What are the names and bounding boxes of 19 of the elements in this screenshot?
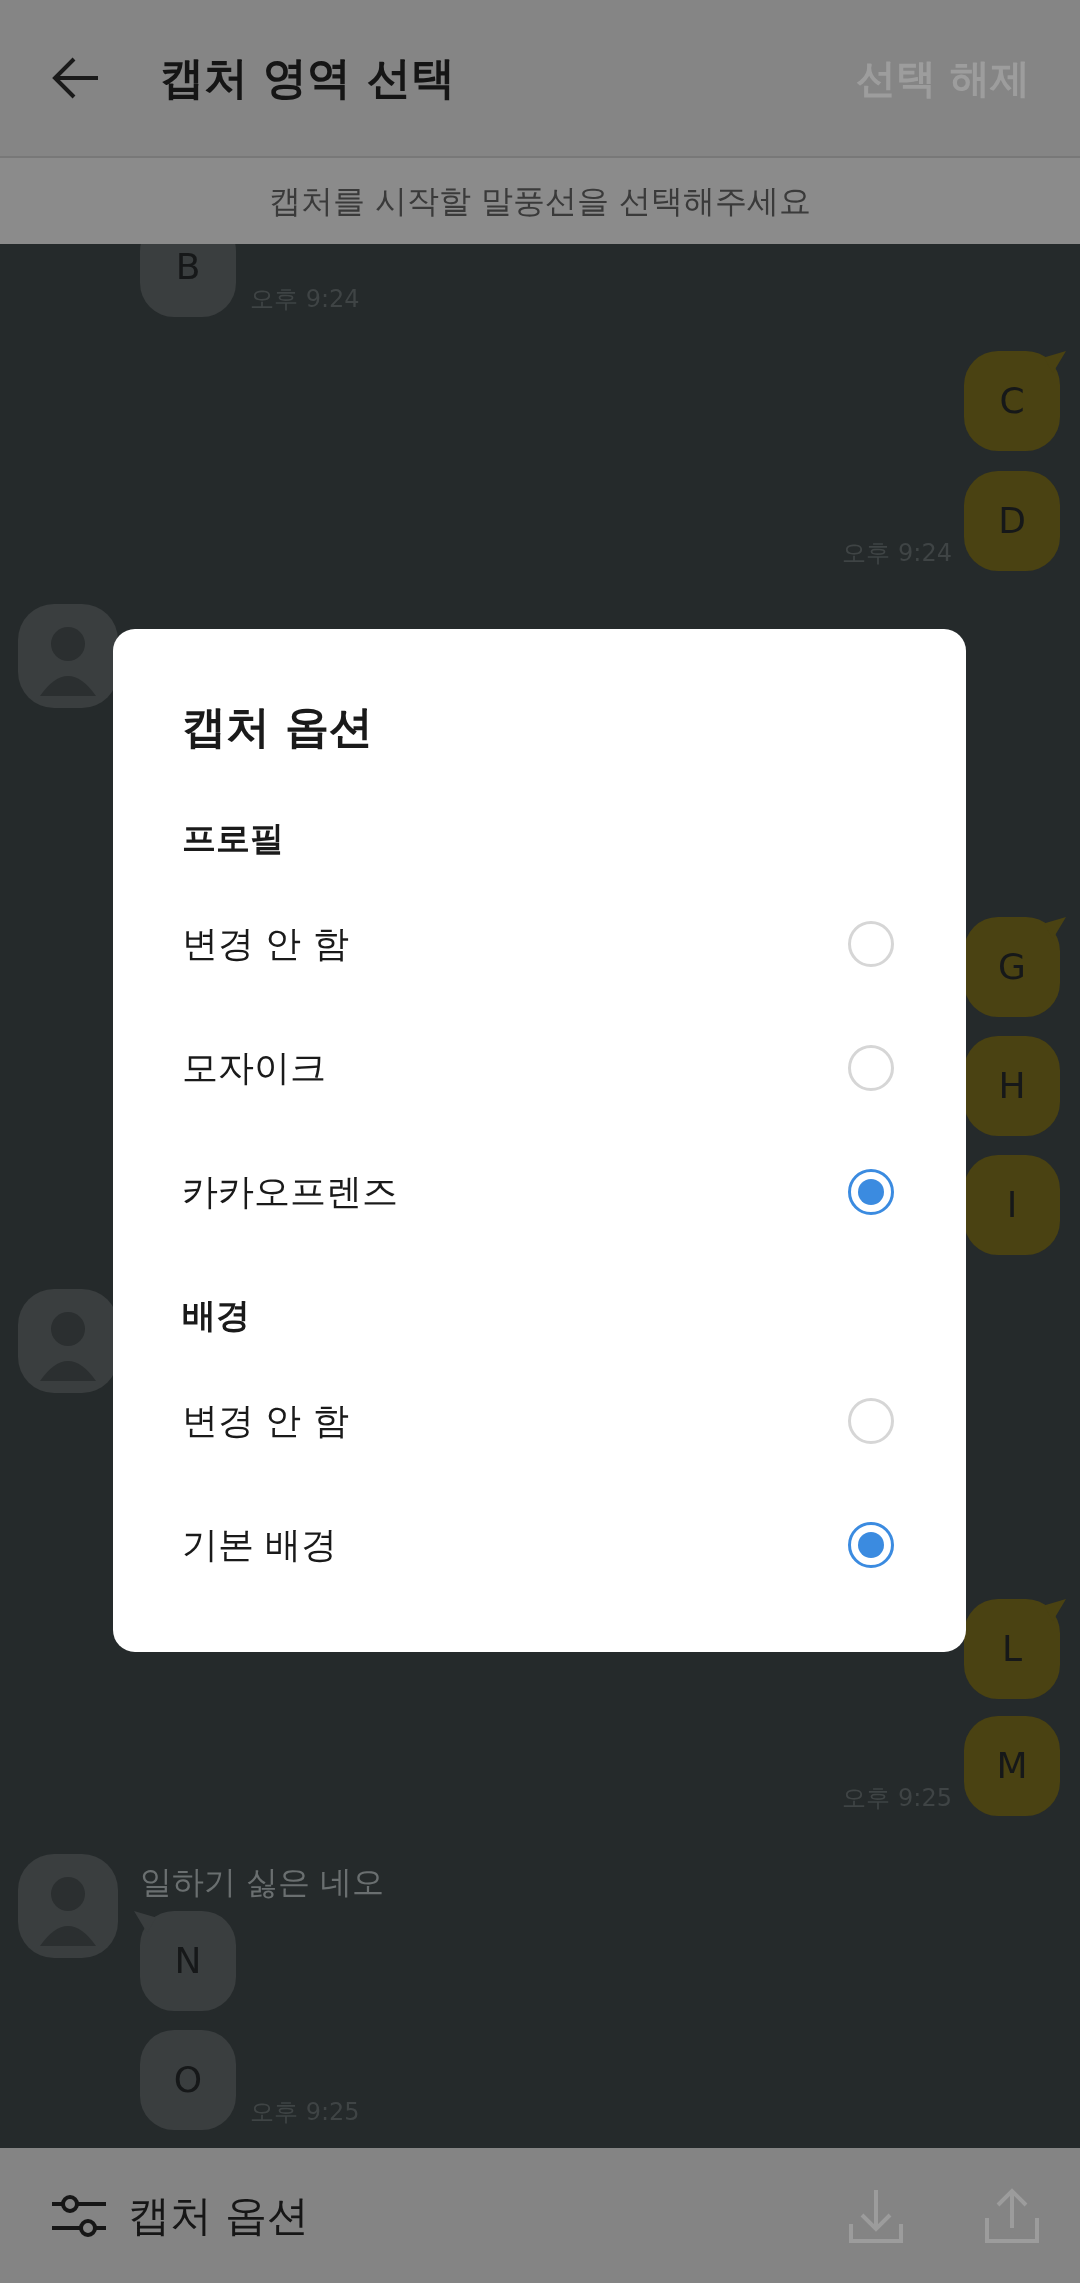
hint-text: 캡처를 시작할 말풍선을 선택해주세요 xyxy=(268,181,812,222)
sliders-icon xyxy=(50,2193,106,2238)
avatar-icon xyxy=(18,604,118,708)
option-row[interactable]: 카카오프렌즈 xyxy=(182,1130,894,1254)
sender-name: 일하기 싫은 네오 xyxy=(140,1862,385,1903)
dialog-title: 캡처 옵션 xyxy=(182,700,375,754)
screen-title: 캡처 영역 선택 xyxy=(160,51,455,105)
option-row[interactable]: 변경 안 함 xyxy=(182,882,894,1006)
download-icon[interactable] xyxy=(848,2187,904,2244)
share-icon[interactable] xyxy=(984,2187,1040,2244)
section-heading: 프로필 xyxy=(182,817,285,860)
option-row[interactable]: 변경 안 함 xyxy=(182,1359,894,1483)
option-row[interactable]: 모자이크 xyxy=(182,1006,894,1130)
radio-button[interactable] xyxy=(848,1522,894,1568)
radio-button[interactable] xyxy=(848,1169,894,1215)
capture-options-button[interactable]: 캡처 옵션 xyxy=(50,2184,310,2247)
section-heading: 배경 xyxy=(182,1294,251,1337)
option-row[interactable]: 기본 배경 xyxy=(182,1483,894,1607)
back-arrow-icon[interactable] xyxy=(52,56,100,100)
